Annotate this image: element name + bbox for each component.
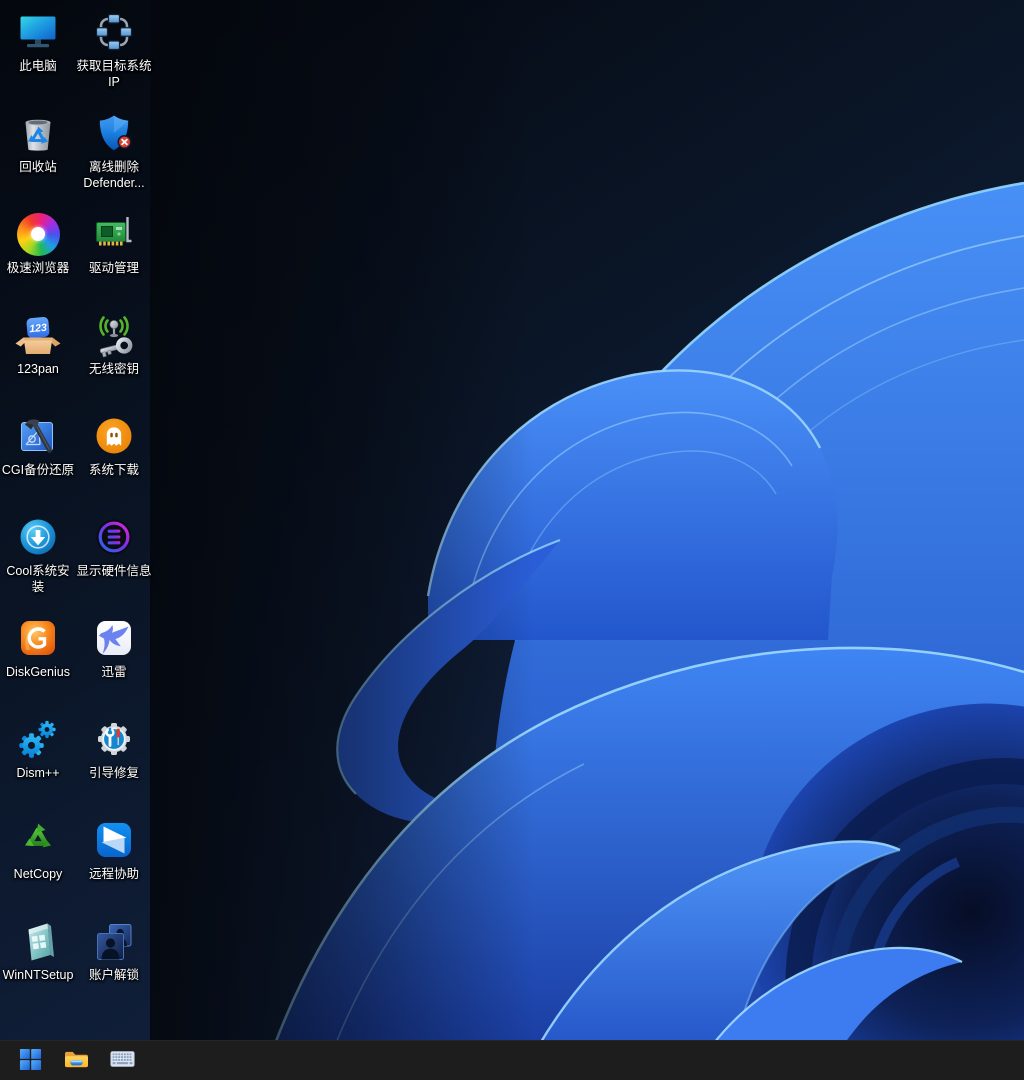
desktop-shortcut-this-pc[interactable]: 此电脑 <box>0 6 76 107</box>
blue-triangles-remote-icon <box>90 816 138 864</box>
touch-keyboard-button[interactable] <box>102 1042 142 1080</box>
desktop-shortcut-dism-plus-plus[interactable]: Dism++ <box>0 713 76 814</box>
desktop-shortcut-label: 远程协助 <box>88 867 139 881</box>
desktop-shortcut-label: 迅雷 <box>101 665 127 679</box>
defender-shield-error-icon <box>90 109 138 157</box>
desktop-shortcut-xunlei[interactable]: 迅雷 <box>76 612 152 713</box>
desktop-shortcut-label: NetCopy <box>13 867 63 881</box>
svg-text:123: 123 <box>29 322 48 335</box>
desktop-shortcut-offline-remove-defender[interactable]: 离线删除 Defender... <box>76 107 152 208</box>
desktop-shortcut-123pan[interactable]: 123 123pan <box>0 309 76 410</box>
wireless-antenna-key-icon <box>90 311 138 359</box>
desktop-shortcut-netcopy[interactable]: NetCopy <box>0 814 76 915</box>
desktop-shortcut-label: 驱动管理 <box>88 261 139 275</box>
desktop-shortcut-label: 账户解锁 <box>88 968 139 982</box>
file-explorer-button[interactable] <box>56 1042 96 1080</box>
desktop-shortcut-recycle-bin[interactable]: 回收站 <box>0 107 76 208</box>
desktop-shortcut-boot-repair[interactable]: 引导修复 <box>76 713 152 814</box>
desktop-shortcut-diskgenius[interactable]: DiskGenius <box>0 612 76 713</box>
orange-ghost-icon <box>90 412 138 460</box>
desktop-shortcut-label: 极速浏览器 <box>6 261 70 275</box>
windows-logo-icon <box>19 1048 42 1074</box>
desktop-shortcut-label: Cool系统安 装 <box>6 564 70 594</box>
blueprint-hammer-icon <box>14 412 62 460</box>
desktop-shortcut-label: 此电脑 <box>19 59 57 73</box>
desktop-shortcut-label: WinNTSetup <box>2 968 74 982</box>
desktop-shortcut-label: 系统下载 <box>88 463 139 477</box>
desktop-icon-grid: 此电脑 回收站 极速浏览器 123 123pan CGI备份还原 Cool系统安… <box>0 6 152 1016</box>
monitor-icon <box>14 8 62 56</box>
desktop-shortcut-label: 显示硬件信息 <box>76 564 152 578</box>
desktop-shortcut-label: DiskGenius <box>6 665 70 679</box>
folder-icon <box>63 1048 90 1074</box>
box-123-icon: 123 <box>14 311 62 359</box>
desktop-shortcut-label: 无线密钥 <box>88 362 139 376</box>
green-pci-card-icon <box>90 210 138 258</box>
desktop-shortcut-system-download[interactable]: 系统下载 <box>76 410 152 511</box>
twin-blue-gears-icon <box>14 715 62 763</box>
green-recycle-arrows-icon <box>14 816 62 864</box>
desktop-shortcut-label: 引导修复 <box>88 766 139 780</box>
desktop-shortcut-wireless-key[interactable]: 无线密钥 <box>76 309 152 410</box>
start-button[interactable] <box>10 1042 50 1080</box>
desktop-shortcut-account-unlock[interactable]: 账户解锁 <box>76 915 152 1016</box>
desktop-shortcut-speed-browser[interactable]: 极速浏览器 <box>0 208 76 309</box>
desktop-shortcut-driver-management[interactable]: 驱动管理 <box>76 208 152 309</box>
gradient-ring-menu-icon <box>90 513 138 561</box>
keyboard-icon <box>109 1051 135 1070</box>
desktop-shortcut-label: 123pan <box>17 362 59 376</box>
fiery-dg-logo-icon <box>14 614 62 662</box>
desktop-shortcut-show-hardware-info[interactable]: 显示硬件信息 <box>76 511 152 612</box>
desktop: 此电脑 回收站 极速浏览器 123 123pan CGI备份还原 Cool系统安… <box>0 0 1024 1080</box>
desktop-shortcut-label: Dism++ <box>16 766 60 780</box>
desktop-shortcut-get-target-system-ip[interactable]: 获取目标系统 IP <box>76 6 152 107</box>
desktop-shortcut-remote-assist[interactable]: 远程协助 <box>76 814 152 915</box>
rainbow-pinwheel-icon <box>14 210 62 258</box>
blue-hummingbird-icon <box>90 614 138 662</box>
desktop-shortcut-label: CGI备份还原 <box>1 463 75 477</box>
taskbar <box>0 1040 1024 1080</box>
desktop-shortcut-cgi-backup-restore[interactable]: CGI备份还原 <box>0 410 76 511</box>
desktop-shortcut-label: 离线删除 Defender... <box>83 160 145 190</box>
desktop-shortcut-winntsetup[interactable]: WinNTSetup <box>0 915 76 1016</box>
desktop-shortcut-label: 获取目标系统 IP <box>76 59 152 89</box>
gear-wrench-screwdriver-icon <box>90 715 138 763</box>
wallpaper-windows-bloom <box>0 0 1024 1080</box>
network-nodes-ring-icon <box>90 8 138 56</box>
desktop-shortcut-label: 回收站 <box>19 160 57 174</box>
desktop-shortcut-cool-system-install[interactable]: Cool系统安 装 <box>0 511 76 612</box>
glass-windows-box-icon <box>14 917 62 965</box>
blue-download-circle-icon <box>14 513 62 561</box>
dark-user-tiles-icon <box>90 917 138 965</box>
recycle-bin-icon <box>14 109 62 157</box>
